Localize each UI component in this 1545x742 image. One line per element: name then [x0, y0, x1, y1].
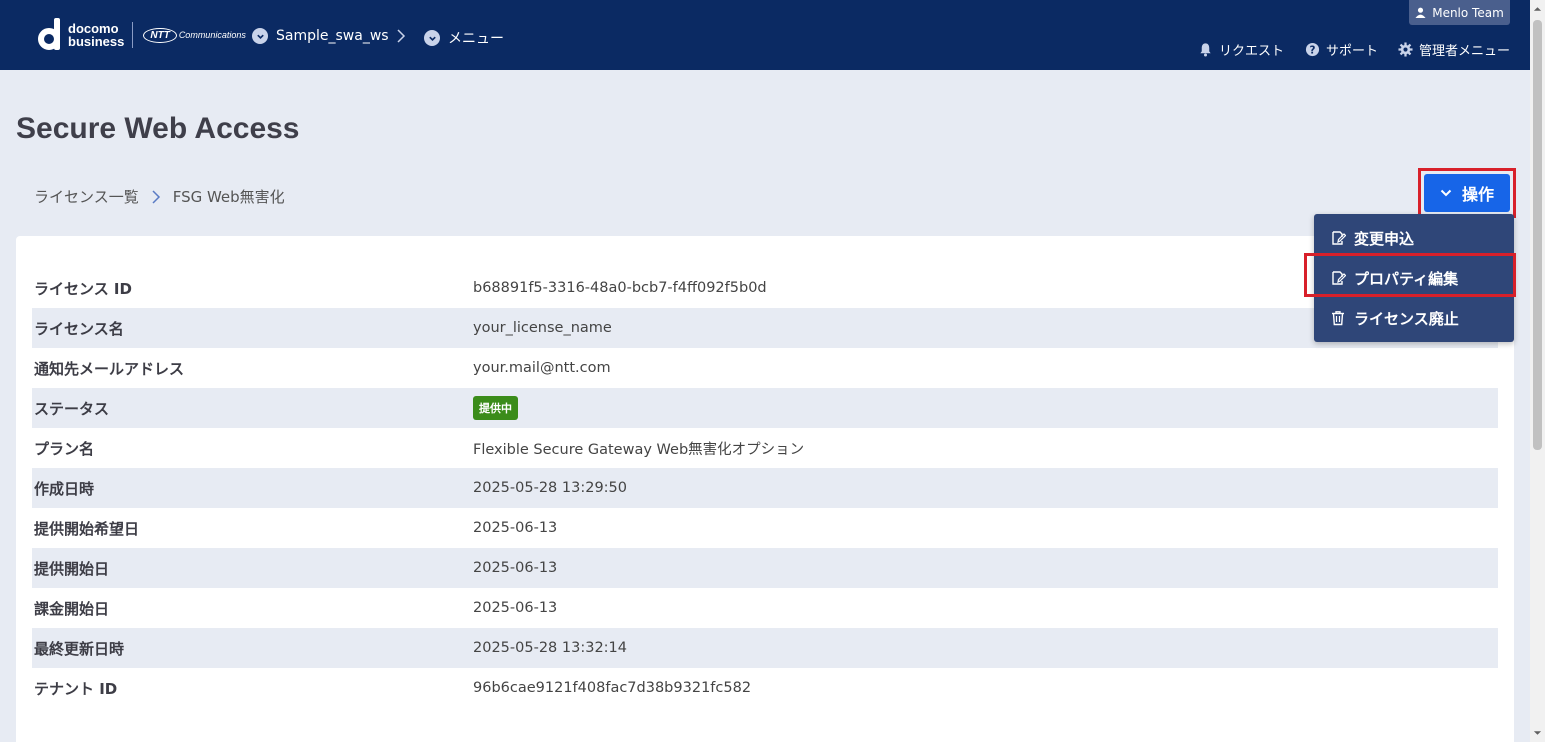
requested-start-label: 提供開始希望日	[34, 519, 140, 538]
license-name-value: your_license_name	[473, 320, 612, 336]
detail-row: 通知先メールアドレス your.mail@ntt.com	[32, 348, 1498, 388]
ntt-communications-logo: NTT Communications	[143, 27, 246, 43]
admin-menu-label: 管理者メニュー	[1419, 44, 1511, 59]
detail-row: 提供開始希望日 2025-06-13	[32, 508, 1498, 548]
detail-row: 最終更新日時 2025-05-28 13:32:14	[32, 628, 1498, 668]
created-at-label: 作成日時	[34, 479, 95, 498]
request-link[interactable]: リクエスト	[1198, 40, 1284, 59]
docomo-d-icon	[38, 18, 64, 52]
request-label: リクエスト	[1219, 44, 1285, 59]
trash-icon	[1332, 311, 1344, 326]
service-start-label: 提供開始日	[34, 559, 110, 578]
billing-start-value: 2025-06-13	[473, 600, 558, 616]
bell-icon	[1200, 43, 1211, 57]
billing-start-label: 課金開始日	[34, 599, 110, 618]
docomo-business-logo[interactable]: docomo business NTT Communications	[38, 16, 246, 54]
plan-name-label: プラン名	[34, 439, 95, 458]
license-id-label: ライセンス ID	[34, 279, 132, 298]
service-start-value: 2025-06-13	[473, 560, 558, 576]
help-icon: ?	[1305, 42, 1320, 56]
svg-text:?: ?	[1310, 44, 1316, 56]
user-button[interactable]: Menlo Team	[1409, 0, 1510, 25]
detail-row: 課金開始日 2025-06-13	[32, 588, 1498, 628]
status-badge: 提供中	[473, 396, 518, 420]
ntt-logo-text: Communications	[178, 30, 246, 40]
requested-start-value: 2025-06-13	[473, 520, 558, 536]
menu-item-label: 変更申込	[1354, 229, 1415, 248]
chevron-down-icon	[424, 30, 440, 46]
action-dropdown-menu: 変更申込 プロパティ編集 ライセンス廃止	[1314, 214, 1514, 342]
detail-row: ライセンス名 your_license_name	[32, 308, 1498, 348]
tenant-id-value: 96b6cae9121f408fac7d38b9321fc582	[473, 680, 752, 696]
scroll-thumb[interactable]	[1533, 20, 1542, 450]
menu-item-cancel-license[interactable]: ライセンス廃止	[1314, 298, 1514, 338]
breadcrumb: ライセンス一覧 FSG Web無害化	[34, 186, 285, 207]
detail-row: テナント ID 96b6cae9121f408fac7d38b9321fc582	[32, 668, 1498, 708]
user-name: Menlo Team	[1432, 5, 1504, 20]
workspace-selector[interactable]: Sample_swa_ws	[252, 28, 389, 44]
chevron-down-icon	[1440, 189, 1452, 197]
detail-row: ライセンス ID b68891f5-3316-48a0-bcb7-f4ff092…	[32, 268, 1498, 308]
detail-table: ライセンス ID b68891f5-3316-48a0-bcb7-f4ff092…	[32, 268, 1498, 708]
logo-divider	[132, 22, 134, 48]
logo-line2: business	[68, 34, 125, 49]
page-title: Secure Web Access	[16, 112, 300, 145]
license-name-label: ライセンス名	[34, 319, 124, 338]
action-button-highlight: 操作	[1418, 168, 1516, 218]
support-label: サポート	[1326, 44, 1379, 59]
menu-item-label: ライセンス廃止	[1354, 309, 1459, 328]
menu-label: メニュー	[448, 31, 504, 47]
support-link[interactable]: ? サポート	[1305, 40, 1378, 59]
status-label: ステータス	[34, 399, 110, 418]
menu-item-label: プロパティ編集	[1354, 269, 1459, 288]
menu-item-change-request[interactable]: 変更申込	[1314, 218, 1514, 258]
workspace-name: Sample_swa_ws	[276, 28, 389, 44]
notify-email-value: your.mail@ntt.com	[473, 360, 611, 376]
chevron-down-icon	[252, 28, 268, 44]
plan-name-value: Flexible Secure Gateway Web無害化オプション	[473, 441, 805, 458]
notify-email-label: 通知先メールアドレス	[34, 359, 185, 378]
chevron-right-icon	[152, 189, 160, 204]
last-updated-label: 最終更新日時	[34, 639, 125, 658]
detail-row: プラン名 Flexible Secure Gateway Web無害化オプション	[32, 428, 1498, 468]
scroll-up-icon[interactable]	[1533, 4, 1542, 14]
menu-item-edit-properties[interactable]: プロパティ編集	[1314, 258, 1514, 298]
ntt-logo-mark: NTT	[143, 27, 177, 43]
page-scrollbar[interactable]	[1530, 0, 1545, 742]
created-at-value: 2025-05-28 13:29:50	[473, 480, 627, 496]
scroll-down-icon[interactable]	[1533, 728, 1542, 738]
detail-row: ステータス 提供中	[32, 388, 1498, 428]
license-id-value: b68891f5-3316-48a0-bcb7-f4ff092f5b0d	[473, 280, 767, 296]
edit-icon	[1332, 231, 1346, 245]
edit-icon	[1332, 271, 1346, 285]
breadcrumb-license-list[interactable]: ライセンス一覧	[34, 186, 139, 207]
menu-selector[interactable]: メニュー	[424, 28, 504, 48]
detail-row: 作成日時 2025-05-28 13:29:50	[32, 468, 1498, 508]
action-button[interactable]: 操作	[1424, 174, 1510, 212]
detail-row: 提供開始日 2025-06-13	[32, 548, 1498, 588]
gear-icon	[1398, 42, 1413, 57]
user-icon	[1415, 7, 1426, 18]
breadcrumb-current: FSG Web無害化	[172, 188, 285, 206]
top-header: docomo business NTT Communications Sampl…	[0, 0, 1530, 70]
last-updated-value: 2025-05-28 13:32:14	[473, 640, 627, 656]
tenant-id-label: テナント ID	[34, 679, 118, 698]
chevron-right-icon	[397, 29, 406, 43]
admin-menu-link[interactable]: 管理者メニュー	[1398, 40, 1510, 59]
action-button-label: 操作	[1461, 185, 1494, 204]
